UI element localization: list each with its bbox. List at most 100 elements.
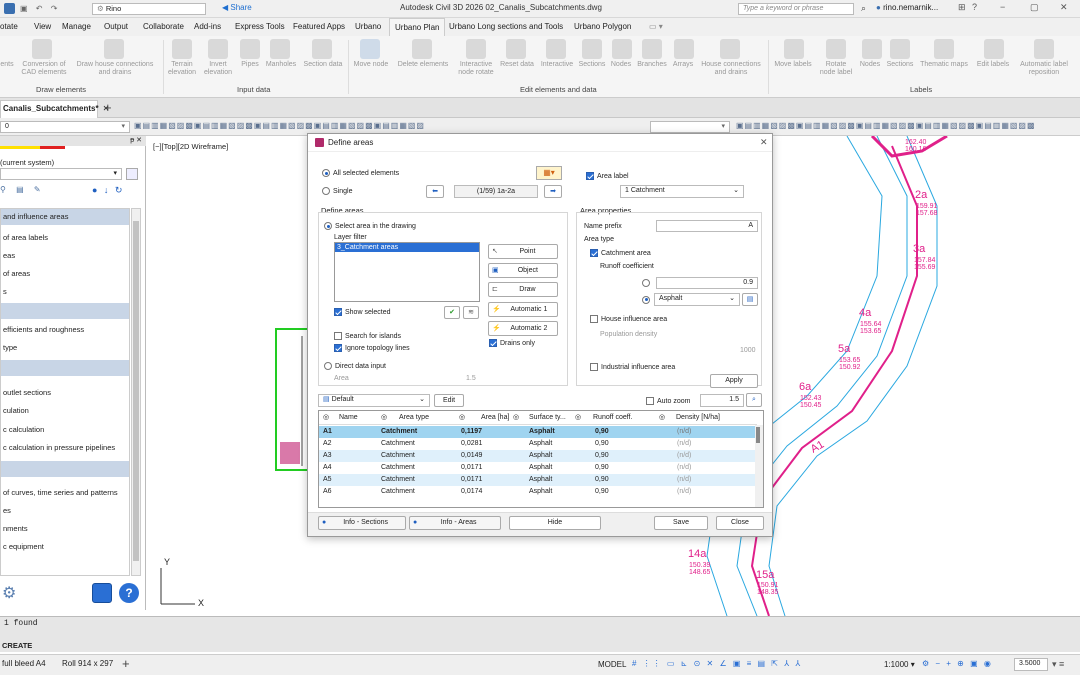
industrial-influence-checkbox[interactable]: Industrial influence area — [590, 363, 675, 371]
layout-tab-2[interactable]: Roll 914 x 297 — [62, 659, 113, 668]
list-item[interactable]: of curves, time series and patterns — [1, 484, 129, 502]
move-node-button[interactable]: Move node — [350, 61, 392, 69]
table-row[interactable]: A6 Catchment 0,0174 Asphalt 0,90 (n/d) — [319, 486, 757, 498]
table-scrollbar[interactable] — [755, 425, 763, 507]
runoff-value-radio[interactable] — [642, 278, 653, 287]
customize-icon[interactable]: ▾ ≡ — [1052, 659, 1064, 670]
delete-elements-button[interactable]: Delete elements — [394, 61, 452, 69]
col-runoff[interactable]: Runoff coeff. — [593, 411, 632, 425]
ribbon-item[interactable]: ents — [0, 61, 14, 69]
add-layout-icon[interactable]: + — [122, 656, 130, 671]
show-selected-checkbox[interactable]: Show selected — [334, 308, 391, 316]
edit-preset-button[interactable]: Edit — [434, 394, 464, 407]
tab-urbano-plan[interactable]: Urbano Plan — [389, 18, 446, 36]
panel-close-icon[interactable]: ᵽ ✕ — [130, 136, 142, 144]
label-nodes-button[interactable]: Nodes — [857, 61, 883, 69]
value-display[interactable]: 3.5000 — [1014, 658, 1048, 671]
catchment-area-checkbox[interactable]: Catchment area — [590, 249, 651, 257]
search-input[interactable]: Type a keyword or phrase — [738, 3, 854, 15]
toolbar-icons-right[interactable]: ▣▤▥▦▧▨▩▣▤▥▦▧▨▩▣▤▥▦▧▨▩▣▤▥▦▧▨▩▣▤▥▦▧▨▩ — [736, 121, 1076, 133]
tab-addins[interactable]: Add-ins — [194, 20, 221, 34]
layer-list-item[interactable]: 3_Catchment areas — [335, 243, 479, 252]
all-selected-radio[interactable]: All selected elements — [322, 169, 399, 177]
interactive-node-rotate-button[interactable]: Interactive node rotate — [454, 61, 498, 77]
search-islands-checkbox[interactable]: Search for islands — [334, 332, 401, 340]
next-arrow-button[interactable]: ➡ — [544, 185, 562, 198]
auto-zoom-checkbox[interactable]: Auto zoom — [646, 397, 690, 405]
apply-button[interactable]: Apply — [710, 374, 758, 388]
automatic2-button[interactable]: ⚡ Automatic 2 — [488, 321, 558, 336]
confirm-check-icon[interactable]: ✔ — [444, 306, 460, 319]
area-label-select[interactable]: 1 Catchment ⌄ — [620, 185, 744, 198]
move-labels-button[interactable]: Move labels — [771, 61, 815, 69]
col-surface-type[interactable]: Surface ty... — [529, 411, 566, 425]
draw-button[interactable]: ⊏ Draw — [488, 282, 558, 297]
header-sort-icon[interactable]: ◎ — [659, 411, 665, 425]
layout-tab-1[interactable]: full bleed A4 — [2, 659, 46, 668]
status-toggle-icons[interactable]: # ⋮⋮ ▭ ⊾ ⊙ ✕ ∠ ▣ ≡ ▤ ⇱ ⅄ ⅄ — [632, 659, 882, 672]
surface-type-select[interactable]: Asphalt ⌄ — [654, 293, 740, 306]
ignore-topology-checkbox[interactable]: Ignore topology lines — [334, 344, 410, 352]
direct-input-radio[interactable]: Direct data input — [324, 362, 386, 370]
table-row[interactable]: A1 Catchment 0,1197 Asphalt 0,90 (n/d) — [319, 426, 757, 438]
list-item[interactable]: c calculation — [1, 421, 129, 439]
new-tab-icon[interactable]: + — [104, 100, 112, 115]
tab-featured-apps[interactable]: Featured Apps — [293, 20, 345, 34]
rotate-node-label-button[interactable]: Rotate node label — [817, 61, 855, 77]
section-data-button[interactable]: Section data — [300, 61, 346, 69]
status-icons-2[interactable]: ⚙ − + ⊕ ▣ ◉ — [922, 659, 1002, 672]
header-sort-icon[interactable]: ◎ — [381, 411, 387, 425]
house-connections-drains-button[interactable]: House connections and drains — [697, 61, 765, 77]
tab-overflow-icon[interactable]: ▭ ▾ — [649, 20, 663, 34]
nodes-button[interactable]: Nodes — [609, 61, 633, 69]
list-item[interactable]: es — [1, 502, 129, 520]
col-density[interactable]: Density [N/ha] — [676, 411, 720, 425]
panel-info-icons[interactable]: ● ↓ ↻ — [92, 185, 124, 196]
close-button[interactable]: Close — [716, 516, 764, 530]
minimize-icon[interactable]: − — [1000, 2, 1005, 12]
label-style-icon[interactable]: ▦▾ — [536, 166, 562, 180]
object-button[interactable]: ▣ Object — [488, 263, 558, 278]
settings-gear-icon[interactable]: ⚙ — [2, 583, 24, 605]
tab-view[interactable]: View — [34, 20, 51, 34]
header-sort-icon[interactable]: ◎ — [513, 411, 519, 425]
share-button[interactable]: ◀ Share — [222, 3, 252, 12]
surface-database-icon[interactable]: ▤ — [742, 293, 758, 306]
reset-data-button[interactable]: Reset data — [498, 61, 536, 69]
user-menu[interactable]: ● rino.nemarnik... — [876, 3, 938, 12]
interactive-button[interactable]: Interactive — [538, 61, 576, 69]
command-prompt[interactable]: CREATE — [2, 641, 32, 650]
panel-section-header[interactable] — [1, 461, 129, 477]
help-icon[interactable]: ? — [119, 583, 139, 603]
app-icon[interactable] — [4, 3, 15, 14]
list-item[interactable]: efficients and roughness — [1, 321, 129, 339]
preset-select[interactable]: ▤ Default ⌄ — [318, 394, 430, 407]
col-area-type[interactable]: Area type — [399, 411, 429, 425]
house-influence-checkbox[interactable]: House influence area — [590, 315, 667, 323]
select-area-radio[interactable]: Select area in the drawing — [324, 222, 416, 230]
col-area-ha[interactable]: Area [ha] — [481, 411, 509, 425]
terrain-elevation-button[interactable]: Terrain elevation — [166, 61, 198, 77]
area-label-checkbox[interactable]: Area label — [586, 172, 629, 180]
col-name[interactable]: Name — [339, 411, 358, 425]
drains-only-checkbox[interactable]: Drains only — [489, 339, 535, 347]
tab-collaborate[interactable]: Collaborate — [143, 20, 184, 34]
dialog-close-icon[interactable]: ✕ — [760, 137, 768, 148]
layer-filter-list[interactable]: 3_Catchment areas — [334, 242, 480, 302]
panel-scrollbar[interactable] — [131, 208, 141, 576]
manholes-button[interactable]: Manholes — [264, 61, 298, 69]
thematic-maps-button[interactable]: Thematic maps — [917, 61, 971, 69]
panel-section-header[interactable] — [1, 303, 129, 319]
list-item[interactable]: eas — [1, 247, 129, 265]
surface-type-radio[interactable] — [642, 295, 653, 304]
list-item[interactable]: c equipment — [1, 538, 129, 556]
zoom-value-input[interactable]: 1.5 — [700, 394, 744, 407]
coordinate-system-select[interactable]: ▾ — [0, 168, 122, 180]
table-row[interactable]: A2 Catchment 0,0281 Asphalt 0,90 (n/d) — [319, 438, 757, 450]
tab-express-tools[interactable]: Express Tools — [235, 20, 285, 34]
automatic1-button[interactable]: ⚡ Automatic 1 — [488, 302, 558, 317]
panel-section-header[interactable]: and influence areas — [1, 209, 129, 225]
style-dropdown[interactable]: ▾ — [650, 121, 730, 133]
list-item[interactable]: type — [1, 339, 129, 357]
runoff-value-input[interactable]: 0.9 — [656, 277, 758, 289]
